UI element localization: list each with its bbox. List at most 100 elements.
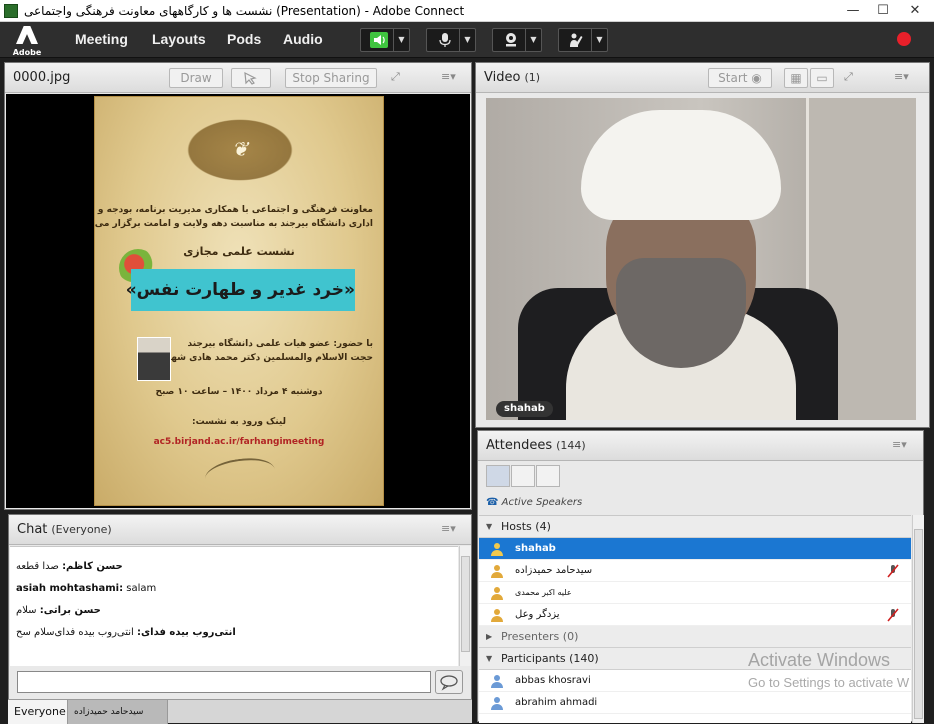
- collapse-arrow-icon: ▼: [486, 522, 493, 531]
- pointer-button[interactable]: [231, 68, 271, 88]
- microphone-dropdown-arrow[interactable]: ▼: [459, 29, 475, 51]
- chat-sender: حسن کاظم:: [62, 561, 123, 572]
- webcam-dropdown-arrow[interactable]: ▼: [525, 29, 541, 51]
- chat-input[interactable]: [17, 671, 431, 693]
- chat-text: سلام: [16, 605, 37, 616]
- raise-hand-dropdown-arrow[interactable]: ▼: [591, 29, 607, 51]
- poster-banner-title: «خرد غدیر و طهارت نفس»: [126, 269, 355, 311]
- attendees-title-text: Attendees: [486, 438, 553, 453]
- breakout-view-icon[interactable]: [511, 465, 535, 487]
- attendee-scroll-thumb[interactable]: [914, 529, 923, 719]
- chat-scroll-thumb[interactable]: [461, 556, 470, 652]
- menu-audio[interactable]: Audio: [283, 31, 323, 47]
- chat-message: حسن کاظم: صدا قطعه: [16, 561, 450, 572]
- menu-pods[interactable]: Pods: [227, 31, 261, 47]
- speaker-button[interactable]: ▼: [360, 28, 410, 52]
- start-video-button[interactable]: Start ◉: [708, 68, 772, 88]
- hosts-group-header[interactable]: ▼ Hosts (4): [479, 516, 911, 538]
- menubar: Adobe Meeting Layouts Pods Audio ▼ ▼ ▼ ▼: [0, 22, 934, 58]
- attendees-options-icon[interactable]: ≡▾: [892, 439, 916, 451]
- draw-button[interactable]: Draw: [169, 68, 223, 88]
- microphone-muted-icon: [887, 564, 899, 578]
- raise-hand-button[interactable]: ▼: [558, 28, 608, 52]
- attendee-scrollbar[interactable]: [912, 515, 924, 723]
- video-participant-label: shahab: [496, 401, 553, 417]
- participant-row[interactable]: abrahim ahmadi: [479, 692, 911, 714]
- chat-message: asiah mohtashami: salam: [16, 583, 450, 594]
- microphone-icon: [439, 33, 451, 47]
- microphone-button[interactable]: ▼: [426, 28, 476, 52]
- chat-scrollbar[interactable]: [459, 546, 471, 666]
- window-title: نشست ها و کارگاههای معاونت فرهنگی واجتما…: [24, 4, 465, 18]
- webcam-small-icon: ◉: [751, 71, 762, 85]
- presenters-group-header[interactable]: ▶ Presenters (0): [479, 626, 911, 648]
- chat-message: انتی‌روب بیده فدای: انتی‌روب بیده فدای‌س…: [16, 627, 450, 638]
- raise-hand-icon: [570, 33, 583, 47]
- host-row[interactable]: سیدحامد حمیدزاده: [479, 560, 911, 582]
- speaker-dropdown-arrow[interactable]: ▼: [393, 29, 409, 51]
- collapse-arrow-icon: ▼: [486, 654, 493, 663]
- chat-sender: انتی‌روب بیده فدای:: [137, 627, 236, 638]
- chat-pod-title: Chat (Everyone): [17, 522, 112, 537]
- chat-text: salam: [126, 583, 157, 594]
- presenters-group-label: Presenters (0): [501, 630, 579, 643]
- chat-options-icon[interactable]: ≡▾: [441, 523, 465, 535]
- window-titlebar: نشست ها و کارگاههای معاونت فرهنگی واجتما…: [0, 0, 934, 22]
- chat-sender: حسن براتی:: [39, 605, 101, 616]
- participant-name: abrahim ahmadi: [515, 697, 598, 708]
- maximize-button[interactable]: ☐: [868, 0, 898, 22]
- host-row[interactable]: shahab: [479, 538, 911, 560]
- grid-view-icon[interactable]: ▦: [784, 68, 808, 88]
- minimize-button[interactable]: —: [838, 0, 868, 22]
- webcam-button[interactable]: ▼: [492, 28, 542, 52]
- chat-title-text: Chat: [17, 522, 48, 537]
- video-feed: shahab: [486, 98, 916, 420]
- pod-options-icon[interactable]: ≡▾: [441, 71, 465, 83]
- host-row[interactable]: یزدگر وعل: [479, 604, 911, 626]
- host-user-icon: [491, 565, 503, 578]
- poster-calligraphy-logo: ❦: [231, 137, 249, 161]
- chat-pod-header: Chat (Everyone) ≡▾: [9, 515, 471, 545]
- hosts-group-label: Hosts (4): [501, 520, 551, 533]
- poster-speaker: حجت الاسلام والمسلمین دکتر محمد هادی شها…: [158, 353, 373, 363]
- chat-send-button[interactable]: [435, 670, 463, 694]
- menu-meeting[interactable]: Meeting: [75, 31, 128, 47]
- host-row[interactable]: علیه اکبر محمدی: [479, 582, 911, 604]
- stop-sharing-button[interactable]: Stop Sharing: [285, 68, 377, 88]
- expand-arrow-icon: ▶: [486, 632, 493, 641]
- logo-text: Adobe: [12, 48, 42, 57]
- fullscreen-icon[interactable]: ⤢: [391, 71, 407, 83]
- host-name: shahab: [515, 543, 556, 554]
- activate-windows-hint: Go to Settings to activate W: [748, 675, 910, 690]
- filmstrip-view-icon[interactable]: ▭: [810, 68, 834, 88]
- tab-private-chat[interactable]: سیدحامد حمیدزاده: [68, 700, 168, 724]
- chat-sender: asiah mohtashami:: [16, 583, 124, 594]
- video-pod-options-icon[interactable]: ≡▾: [894, 71, 918, 83]
- list-view-icon[interactable]: [486, 465, 510, 487]
- share-pod-header: 0000.jpg Draw Stop Sharing ⤢ ≡▾: [5, 63, 471, 93]
- record-indicator-icon[interactable]: [897, 32, 911, 46]
- menu-layouts[interactable]: Layouts: [152, 31, 206, 47]
- poster-heading-line-1: معاونت فرهنگی و اجتماعی با همکاری مدیریت…: [94, 205, 373, 215]
- attendees-pod-header: Attendees (144) ≡▾: [478, 431, 923, 461]
- active-speakers-icon: ☎: [486, 497, 499, 508]
- attendees-count: (144): [556, 439, 586, 452]
- status-view-icon[interactable]: [536, 465, 560, 487]
- host-user-icon: [491, 587, 503, 600]
- participant-user-icon: [491, 697, 503, 710]
- attendee-list: ▼ Hosts (4) shahab سیدحامد حمیدزاده علیه…: [479, 515, 911, 723]
- attendee-view-toolbar: [486, 465, 562, 489]
- shared-poster-image: ❦ معاونت فرهنگی و اجتماعی با همکاری مدیر…: [94, 96, 384, 506]
- video-pod-header: Video (1) Start ◉ ▦ ▭ ⤢ ≡▾: [476, 63, 929, 93]
- speech-bubble-icon: [440, 675, 458, 691]
- video-pod: Video (1) Start ◉ ▦ ▭ ⤢ ≡▾ shahab: [475, 62, 930, 428]
- webcam-icon: [506, 33, 516, 47]
- video-count: (1): [524, 71, 541, 84]
- host-user-icon: [491, 609, 503, 622]
- tab-everyone[interactable]: Everyone: [8, 700, 68, 724]
- active-speakers-label: Active Speakers: [501, 497, 583, 508]
- attendees-pod-title: Attendees (144): [486, 438, 586, 453]
- poster-datetime: دوشنبه ۴ مرداد ۱۴۰۰ – ساعت ۱۰ صبح: [155, 387, 323, 397]
- close-window-button[interactable]: ✕: [900, 0, 930, 22]
- fullscreen-video-icon[interactable]: ⤢: [844, 71, 860, 83]
